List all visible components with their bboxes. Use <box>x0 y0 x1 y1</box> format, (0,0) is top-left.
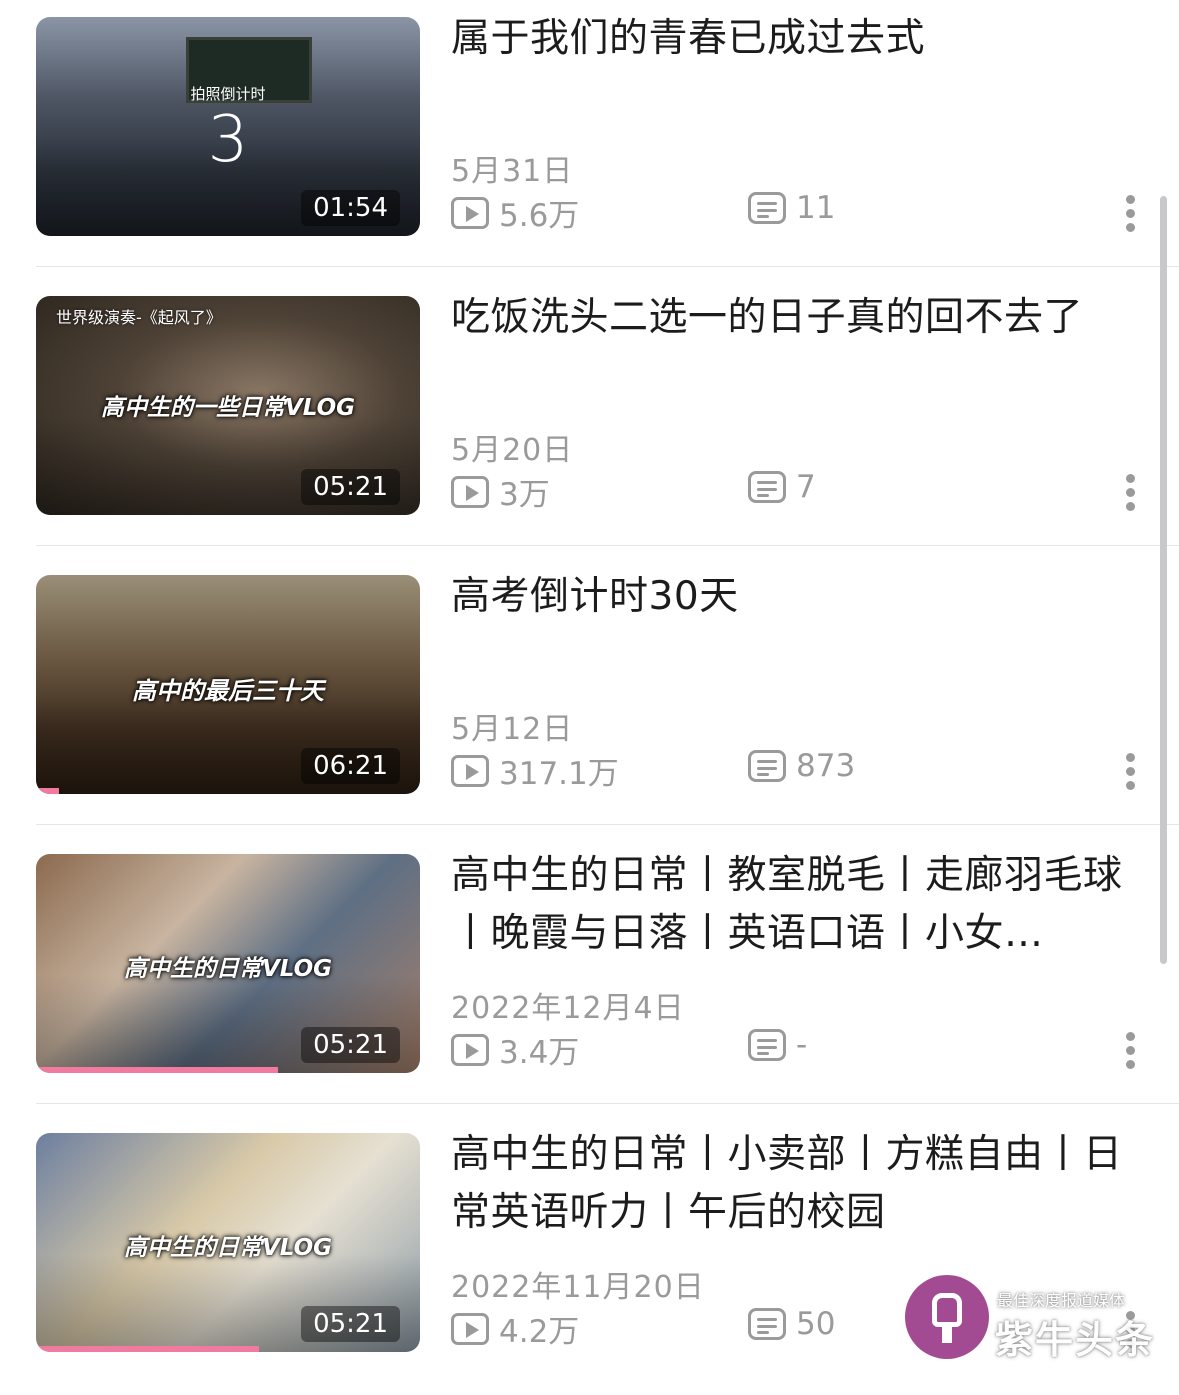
comment-icon <box>748 471 786 503</box>
video-thumbnail[interactable]: 高中生的日常VLOG 05:21 <box>36 854 420 1073</box>
watermark: 最佳深度报道媒体 紫牛头条 <box>905 1275 1165 1365</box>
watermark-subtitle: 最佳深度报道媒体 <box>997 1291 1126 1310</box>
video-date: 5月20日 <box>451 433 574 468</box>
comment-count-value: 11 <box>796 190 836 226</box>
video-stats: 5.6万 11 <box>451 190 1151 234</box>
comment-count-value: - <box>796 1027 808 1063</box>
view-count-value: 3万 <box>499 477 550 513</box>
divider <box>36 266 1179 267</box>
play-count-icon <box>451 196 489 229</box>
video-date: 5月12日 <box>451 712 574 747</box>
watch-progress-bar <box>36 1067 278 1073</box>
thumbnail-title-overlay: 高中生的日常VLOG <box>123 956 333 982</box>
duration-badge: 06:21 <box>301 748 400 784</box>
view-count: 5.6万 <box>451 190 579 235</box>
video-thumbnail[interactable]: 高中的最后三十天 06:21 <box>36 575 420 794</box>
video-stats: 3万 7 <box>451 469 1151 513</box>
view-count-value: 5.6万 <box>499 198 580 234</box>
view-count: 3万 <box>451 469 550 514</box>
comment-count-value: 7 <box>796 469 816 505</box>
watch-progress-bar <box>36 788 60 794</box>
comment-count: 11 <box>748 190 835 226</box>
more-vertical-icon[interactable] <box>1120 195 1140 235</box>
video-title[interactable]: 吃饭洗头二选一的日子真的回不去了 <box>451 289 1141 347</box>
view-count: 3.4万 <box>451 1027 579 1072</box>
video-stats: 317.1万 873 <box>451 748 1151 792</box>
video-title[interactable]: 高中生的日常丨小卖部丨方糕自由丨日常英语听力丨午后的校园 <box>451 1126 1141 1242</box>
thumbnail-caption: 世界级演奏-《起风了》 <box>56 308 222 327</box>
video-title[interactable]: 高考倒计时30天 <box>451 568 1141 626</box>
thumbnail-countdown: 3 <box>207 103 249 177</box>
comment-icon <box>748 192 786 224</box>
watermark-brand: 紫牛头条 <box>995 1318 1156 1362</box>
scrollbar[interactable] <box>1160 196 1167 964</box>
video-thumbnail[interactable]: 世界级演奏-《起风了》 高中生的一些日常VLOG 05:21 <box>36 296 420 515</box>
play-count-icon <box>451 475 489 508</box>
comment-icon <box>748 750 786 782</box>
video-date: 2022年11月20日 <box>451 1270 705 1305</box>
view-count: 317.1万 <box>451 748 619 793</box>
divider <box>36 545 1179 546</box>
thumbnail-title-overlay: 高中生的一些日常VLOG <box>100 395 356 421</box>
play-count-icon <box>451 1033 489 1066</box>
video-item[interactable]: 拍照倒计时 3 01:54 属于我们的青春已成过去式 5月31日 5.6万 11 <box>0 0 1179 279</box>
more-vertical-icon[interactable] <box>1120 753 1140 793</box>
view-count-value: 317.1万 <box>499 756 619 792</box>
video-title[interactable]: 属于我们的青春已成过去式 <box>451 10 1141 68</box>
comment-icon <box>748 1029 786 1061</box>
video-title[interactable]: 高中生的日常丨教室脱毛丨走廊羽毛球丨晚霞与日落丨英语口语丨小女… <box>451 847 1141 963</box>
comment-count: 873 <box>748 748 855 784</box>
view-count-value: 3.4万 <box>499 1035 580 1071</box>
watch-progress-bar <box>36 1346 259 1352</box>
comment-count: 50 <box>748 1306 835 1342</box>
thumbnail-title-overlay: 高中的最后三十天 <box>132 677 324 705</box>
thumbnail-caption: 拍照倒计时 <box>190 85 266 103</box>
comment-icon <box>748 1308 786 1340</box>
video-date: 2022年12月4日 <box>451 991 685 1026</box>
video-stats: 3.4万 - <box>451 1027 1151 1071</box>
divider <box>36 1103 1179 1104</box>
divider <box>36 824 1179 825</box>
watermark-logo-icon <box>905 1275 989 1359</box>
comment-count: - <box>748 1027 807 1063</box>
comment-count-value: 50 <box>796 1306 836 1342</box>
video-thumbnail[interactable]: 拍照倒计时 3 01:54 <box>36 17 420 236</box>
video-date: 5月31日 <box>451 154 574 189</box>
thumbnail-title-overlay: 高中生的日常VLOG <box>123 1235 333 1261</box>
duration-badge: 05:21 <box>301 1027 400 1063</box>
comment-count-value: 873 <box>796 748 856 784</box>
play-count-icon <box>451 754 489 787</box>
view-count-value: 4.2万 <box>499 1314 580 1350</box>
video-item[interactable]: 高中生的日常VLOG 05:21 高中生的日常丨教室脱毛丨走廊羽毛球丨晚霞与日落… <box>0 837 1179 1116</box>
comment-count: 7 <box>748 469 816 505</box>
play-count-icon <box>451 1312 489 1345</box>
duration-badge: 01:54 <box>301 190 400 226</box>
video-item[interactable]: 高中的最后三十天 06:21 高考倒计时30天 5月12日 317.1万 873 <box>0 558 1179 837</box>
video-thumbnail[interactable]: 高中生的日常VLOG 05:21 <box>36 1133 420 1352</box>
duration-badge: 05:21 <box>301 469 400 505</box>
more-vertical-icon[interactable] <box>1120 1032 1140 1072</box>
video-item[interactable]: 世界级演奏-《起风了》 高中生的一些日常VLOG 05:21 吃饭洗头二选一的日… <box>0 279 1179 558</box>
video-list: 拍照倒计时 3 01:54 属于我们的青春已成过去式 5月31日 5.6万 11… <box>0 0 1179 1379</box>
more-vertical-icon[interactable] <box>1120 474 1140 514</box>
view-count: 4.2万 <box>451 1306 579 1351</box>
duration-badge: 05:21 <box>301 1306 400 1342</box>
